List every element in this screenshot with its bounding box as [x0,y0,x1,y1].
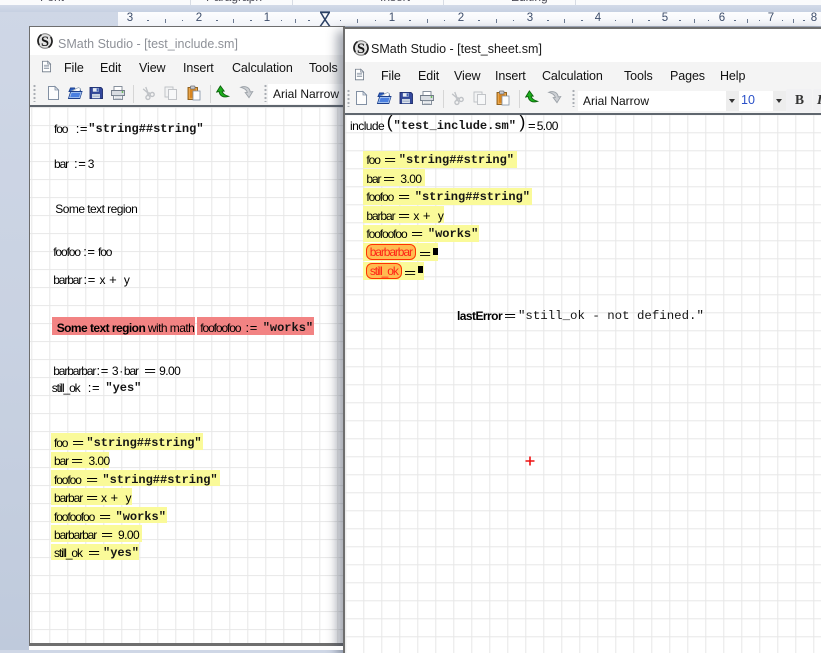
svg-text:S: S [356,41,364,56]
svg-text:S: S [41,34,49,49]
